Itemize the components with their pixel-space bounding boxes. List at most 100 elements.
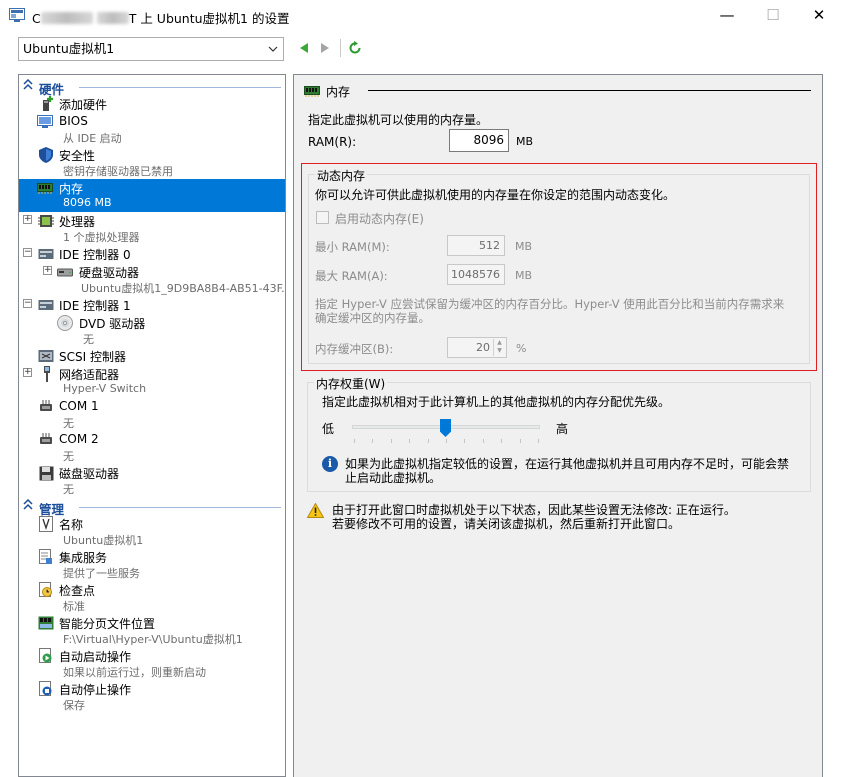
tree-item-hard-drive[interactable]: + 硬盘驱动器 Ubuntu虚拟机1_9D9BA8B4-AB51-43F... — [19, 263, 285, 296]
vm-selector-value: Ubuntu虚拟机1 — [23, 41, 115, 56]
expand-icon[interactable]: + — [43, 266, 52, 275]
memory-buffer-unit: % — [516, 342, 527, 355]
tree-item-sublabel: Ubuntu虚拟机1_9D9BA8B4-AB51-43F... — [81, 282, 286, 295]
vm-selector[interactable]: Ubuntu虚拟机1 — [18, 37, 284, 61]
ide-controller-icon — [38, 246, 54, 262]
tree-item-network-adapter[interactable]: + 网络适配器 Hyper-V Switch — [19, 365, 285, 398]
tree-item-com1[interactable]: COM 1 无 — [19, 398, 285, 431]
tree-item-sublabel: 无 — [83, 333, 94, 346]
tree-item-com2[interactable]: COM 2 无 — [19, 431, 285, 464]
hardware-section-header[interactable]: 硬件 — [19, 78, 285, 97]
enable-dynamic-memory-label: 启用动态内存(E) — [335, 212, 424, 226]
tree-item-sublabel: Hyper-V Switch — [63, 382, 147, 395]
min-ram-input[interactable]: 512 — [447, 235, 505, 256]
tree-item-checkpoints[interactable]: 检查点 标准 — [19, 581, 285, 614]
memory-weight-info: 如果为此虚拟机指定较低的设置，在运行其他虚拟机并且可用内存不足时，可能会禁 止启… — [345, 457, 789, 485]
refresh-button[interactable] — [346, 39, 364, 57]
forward-arrow-icon — [321, 43, 329, 53]
ram-input[interactable]: 8096 — [449, 129, 509, 152]
close-icon: ✕ — [812, 6, 826, 24]
tree-item-automatic-stop[interactable]: 自动停止操作 保存 — [19, 680, 285, 713]
buffer-description: 指定 Hyper-V 应尝试保留为缓冲区的内存百分比。Hyper-V 使用此百分… — [315, 297, 807, 325]
management-section-header[interactable]: 管理 — [19, 498, 285, 517]
enable-dynamic-memory-checkbox[interactable] — [316, 211, 329, 224]
tree-item-processor[interactable]: + 处理器 1 个虚拟处理器 — [19, 212, 285, 245]
checkpoint-icon — [38, 582, 54, 598]
dvd-disc-icon — [57, 315, 73, 331]
tree-item-label: SCSI 控制器 — [59, 350, 126, 364]
memory-weight-title: 内存权重(W) — [314, 375, 388, 392]
tree-item-label: 安全性 — [59, 149, 96, 163]
settings-tree[interactable]: 硬件 添加硬件 BIOS 从 IDE 启动 安全性 密钥存储驱动器已禁用 内存 … — [18, 74, 286, 777]
tree-item-integration-services[interactable]: 集成服务 提供了一些服务 — [19, 548, 285, 581]
tree-item-security[interactable]: 安全性 密钥存储驱动器已禁用 — [19, 146, 285, 179]
maximize-button[interactable]: ☐ — [750, 0, 796, 30]
tree-item-sublabel: 如果以前运行过，则重新启动 — [63, 666, 206, 679]
expand-icon[interactable]: + — [23, 215, 32, 224]
tree-item-label: 添加硬件 — [59, 98, 108, 112]
memory-weight-group: 内存权重(W) 指定此虚拟机相对于此计算机上的其他虚拟机的内存分配优先级。 低 … — [307, 375, 811, 492]
serial-port-icon — [38, 432, 54, 448]
slider-tick — [519, 439, 521, 443]
memory-section-header: 内存 — [304, 83, 350, 100]
slider-tick — [354, 439, 355, 443]
info-line: 止启动此虚拟机。 — [345, 471, 442, 485]
close-button[interactable]: ✕ — [796, 0, 842, 30]
automatic-stop-icon — [38, 681, 54, 697]
warning-line: 若要修改不可用的设置，请关闭该虚拟机，然后重新打开此窗口。 — [332, 517, 681, 531]
memory-buffer-label: 内存缓冲区(B): — [315, 342, 394, 356]
tree-item-sublabel: 1 个虚拟处理器 — [63, 231, 140, 244]
tree-item-label: BIOS — [59, 114, 88, 128]
info-line: 如果为此虚拟机指定较低的设置，在运行其他虚拟机并且可用内存不足时，可能会禁 — [345, 457, 790, 471]
tree-item-diskette-drive[interactable]: 磁盘驱动器 无 — [19, 464, 285, 497]
dynamic-memory-title: 动态内存 — [315, 167, 368, 184]
back-button[interactable] — [295, 39, 313, 57]
slider-tick — [446, 439, 447, 443]
slider-tick — [501, 439, 503, 443]
collapse-icon[interactable]: − — [23, 299, 32, 308]
collapse-chevron-icon — [23, 498, 33, 514]
smart-paging-icon — [38, 615, 54, 631]
name-tag-icon — [38, 516, 54, 532]
max-ram-input[interactable]: 1048576 — [447, 264, 505, 285]
dynamic-memory-description: 你可以允许可供此虚拟机使用的内存量在你设定的范围内动态变化。 — [315, 188, 676, 202]
memory-weight-description: 指定此虚拟机相对于此计算机上的其他虚拟机的内存分配优先级。 — [322, 395, 671, 409]
tree-item-label: 处理器 — [59, 215, 96, 229]
ide-controller-icon — [38, 297, 54, 313]
tree-item-sublabel: 密钥存储驱动器已禁用 — [63, 165, 173, 178]
bios-icon — [37, 114, 53, 130]
expand-icon[interactable]: + — [23, 368, 32, 377]
spinner-arrows-icon[interactable]: ▲ ▼ — [493, 339, 505, 356]
processor-icon — [38, 213, 54, 229]
header-divider — [368, 90, 811, 91]
tree-item-automatic-start[interactable]: 自动启动操作 如果以前运行过，则重新启动 — [19, 647, 285, 680]
window-title: C T 上 Ubuntu虚拟机1 的设置 — [32, 11, 290, 26]
tree-item-sublabel: 无 — [63, 417, 74, 430]
memory-buffer-spinner[interactable]: 20 ▲ ▼ — [447, 337, 507, 358]
hard-drive-icon — [57, 264, 73, 280]
minimize-button[interactable]: — — [704, 0, 750, 30]
tree-item-sublabel: F:\Virtual\Hyper-V\Ubuntu虚拟机1 — [63, 633, 243, 646]
tree-item-dvd-drive[interactable]: DVD 驱动器 无 — [19, 314, 285, 347]
tree-item-memory[interactable]: 内存 8096 MB — [19, 179, 285, 212]
tree-item-label: 内存 — [59, 182, 84, 196]
tree-item-label: IDE 控制器 1 — [59, 299, 131, 313]
shield-icon — [38, 147, 54, 163]
memory-chip-icon — [304, 86, 320, 97]
max-ram-label: 最大 RAM(A): — [315, 269, 388, 283]
tree-item-sublabel: 保存 — [63, 699, 85, 712]
dynamic-memory-highlight: 动态内存 你可以允许可供此虚拟机使用的内存量在你设定的范围内动态变化。 启用动态… — [301, 163, 817, 371]
tree-item-label: 网络适配器 — [59, 368, 120, 382]
tree-item-bios[interactable]: BIOS 从 IDE 启动 — [19, 113, 285, 146]
collapse-icon[interactable]: − — [23, 248, 32, 257]
slider-tick — [482, 439, 484, 443]
ram-label: RAM(R): — [308, 135, 357, 149]
chevron-down-icon — [268, 38, 278, 69]
tree-item-smart-paging[interactable]: 智能分页文件位置 F:\Virtual\Hyper-V\Ubuntu虚拟机1 — [19, 614, 285, 647]
network-adapter-icon — [39, 366, 55, 382]
memory-weight-slider-thumb[interactable] — [440, 419, 451, 437]
tree-item-name[interactable]: 名称 Ubuntu虚拟机1 — [19, 515, 285, 548]
weight-low-label: 低 — [322, 422, 335, 436]
header-divider — [79, 507, 281, 508]
forward-button[interactable] — [316, 39, 334, 57]
